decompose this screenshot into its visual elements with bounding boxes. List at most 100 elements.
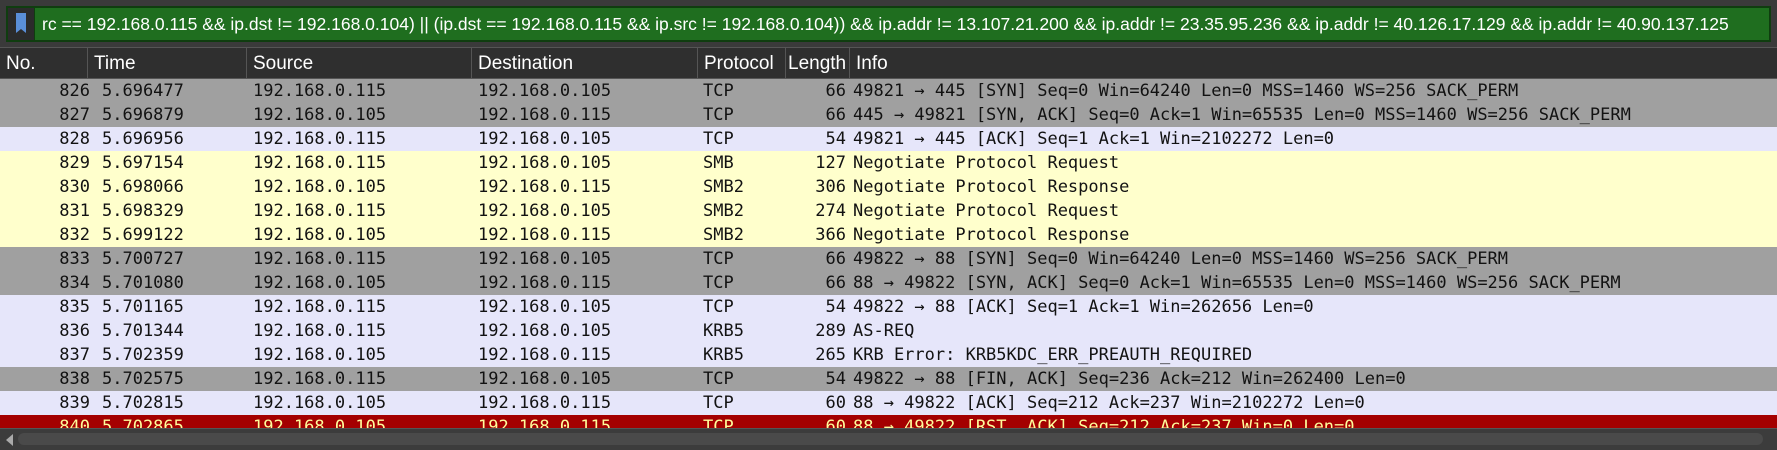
cell-time: 5.698066 xyxy=(102,177,184,197)
cell-time: 5.701165 xyxy=(102,297,184,317)
cell-length: 60 xyxy=(825,393,846,413)
cell-length: 54 xyxy=(825,129,846,149)
column-header-source[interactable]: Source xyxy=(247,48,472,79)
column-header-no[interactable]: No. xyxy=(0,48,88,79)
table-row[interactable]: 838 5.702575 192.168.0.115 192.168.0.105 TCP… xyxy=(0,367,1777,391)
table-row[interactable]: 826 5.696477 192.168.0.115 192.168.0.105 TCP… xyxy=(0,79,1777,103)
cell-protocol: TCP xyxy=(703,81,734,101)
cell-length: 265 xyxy=(815,345,846,365)
cell-length: 60 xyxy=(825,417,846,428)
cell-protocol: SMB xyxy=(703,153,734,173)
cell-info: KRB Error: KRB5KDC_ERR_PREAUTH_REQUIRED xyxy=(853,345,1253,365)
cell-protocol: TCP xyxy=(703,273,734,293)
column-header-info[interactable]: Info xyxy=(850,48,1777,79)
column-header-length[interactable]: Length xyxy=(786,48,850,79)
cell-source: 192.168.0.105 xyxy=(253,177,387,197)
cell-no: 836 xyxy=(59,321,90,341)
cell-info: 88 → 49822 [SYN, ACK] Seq=0 Ack=1 Win=65… xyxy=(853,273,1621,293)
cell-time: 5.696956 xyxy=(102,129,184,149)
cell-time: 5.697154 xyxy=(102,153,184,173)
cell-time: 5.702575 xyxy=(102,369,184,389)
cell-source: 192.168.0.115 xyxy=(253,369,387,389)
table-row[interactable]: 830 5.698066 192.168.0.105 192.168.0.115 SMB… xyxy=(0,175,1777,199)
cell-info: 49822 → 88 [FIN, ACK] Seq=236 Ack=212 Wi… xyxy=(853,369,1406,389)
cell-source: 192.168.0.115 xyxy=(253,201,387,221)
table-row[interactable]: 829 5.697154 192.168.0.115 192.168.0.105 SMB… xyxy=(0,151,1777,175)
cell-protocol: KRB5 xyxy=(703,345,744,365)
cell-source: 192.168.0.115 xyxy=(253,129,387,149)
cell-time: 5.699122 xyxy=(102,225,184,245)
cell-time: 5.702815 xyxy=(102,393,184,413)
cell-source: 192.168.0.105 xyxy=(253,417,387,428)
cell-no: 840 xyxy=(59,417,90,428)
cell-no: 833 xyxy=(59,249,90,269)
cell-info: 88 → 49822 [RST, ACK] Seq=212 Ack=237 Wi… xyxy=(853,417,1355,428)
cell-destination: 192.168.0.105 xyxy=(478,129,612,149)
bookmark-icon xyxy=(16,13,26,33)
cell-protocol: TCP xyxy=(703,393,734,413)
cell-source: 192.168.0.115 xyxy=(253,153,387,173)
table-row[interactable]: 840 5.702865 192.168.0.105 192.168.0.115 TCP… xyxy=(0,415,1777,428)
cell-info: AS-REQ xyxy=(853,321,915,341)
cell-info: 49822 → 88 [SYN] Seq=0 Win=64240 Len=0 M… xyxy=(853,249,1509,269)
cell-no: 839 xyxy=(59,393,90,413)
cell-length: 66 xyxy=(825,273,846,293)
cell-source: 192.168.0.115 xyxy=(253,297,387,317)
table-row[interactable]: 832 5.699122 192.168.0.105 192.168.0.115 SMB… xyxy=(0,223,1777,247)
cell-info: Negotiate Protocol Response xyxy=(853,177,1130,197)
cell-destination: 192.168.0.115 xyxy=(478,177,612,197)
cell-info: Negotiate Protocol Request xyxy=(853,153,1120,173)
table-row[interactable]: 827 5.696879 192.168.0.105 192.168.0.115 TCP… xyxy=(0,103,1777,127)
cell-protocol: TCP xyxy=(703,297,734,317)
cell-no: 832 xyxy=(59,225,90,245)
cell-info: 88 → 49822 [ACK] Seq=212 Ack=237 Win=210… xyxy=(853,393,1365,413)
cell-protocol: TCP xyxy=(703,249,734,269)
cell-destination: 192.168.0.115 xyxy=(478,393,612,413)
cell-source: 192.168.0.115 xyxy=(253,321,387,341)
table-row[interactable]: 833 5.700727 192.168.0.115 192.168.0.105 TCP… xyxy=(0,247,1777,271)
cell-no: 837 xyxy=(59,345,90,365)
cell-length: 289 xyxy=(815,321,846,341)
table-row[interactable]: 836 5.701344 192.168.0.115 192.168.0.105 KRB… xyxy=(0,319,1777,343)
filter-bookmark-button[interactable] xyxy=(8,8,35,40)
horizontal-scrollbar[interactable] xyxy=(0,428,1777,450)
table-row[interactable]: 839 5.702815 192.168.0.105 192.168.0.115 TCP… xyxy=(0,391,1777,415)
column-header-protocol[interactable]: Protocol xyxy=(698,48,786,79)
column-header-time[interactable]: Time xyxy=(88,48,247,79)
cell-time: 5.701344 xyxy=(102,321,184,341)
column-header-destination[interactable]: Destination xyxy=(472,48,698,79)
cell-length: 66 xyxy=(825,81,846,101)
cell-source: 192.168.0.115 xyxy=(253,249,387,269)
display-filter-text[interactable]: rc == 192.168.0.115 && ip.dst != 192.168… xyxy=(42,8,1769,40)
cell-protocol: SMB2 xyxy=(703,201,744,221)
cell-length: 306 xyxy=(815,177,846,197)
cell-source: 192.168.0.105 xyxy=(253,105,387,125)
cell-no: 826 xyxy=(59,81,90,101)
table-row[interactable]: 828 5.696956 192.168.0.115 192.168.0.105 TCP… xyxy=(0,127,1777,151)
display-filter-input[interactable]: rc == 192.168.0.115 && ip.dst != 192.168… xyxy=(6,6,1771,42)
cell-length: 66 xyxy=(825,105,846,125)
cell-destination: 192.168.0.105 xyxy=(478,297,612,317)
table-row[interactable]: 831 5.698329 192.168.0.115 192.168.0.105 SMB… xyxy=(0,199,1777,223)
cell-destination: 192.168.0.115 xyxy=(478,225,612,245)
table-row[interactable]: 837 5.702359 192.168.0.105 192.168.0.115 KRB… xyxy=(0,343,1777,367)
cell-length: 66 xyxy=(825,249,846,269)
table-row[interactable]: 835 5.701165 192.168.0.115 192.168.0.105 TCP… xyxy=(0,295,1777,319)
cell-source: 192.168.0.105 xyxy=(253,225,387,245)
cell-length: 274 xyxy=(815,201,846,221)
cell-protocol: TCP xyxy=(703,105,734,125)
cell-source: 192.168.0.105 xyxy=(253,393,387,413)
cell-info: Negotiate Protocol Response xyxy=(853,225,1130,245)
cell-info: 445 → 49821 [SYN, ACK] Seq=0 Ack=1 Win=6… xyxy=(853,105,1631,125)
cell-destination: 192.168.0.105 xyxy=(478,249,612,269)
cell-time: 5.702359 xyxy=(102,345,184,365)
cell-destination: 192.168.0.115 xyxy=(478,105,612,125)
cell-no: 829 xyxy=(59,153,90,173)
cell-protocol: TCP xyxy=(703,369,734,389)
cell-destination: 192.168.0.105 xyxy=(478,201,612,221)
table-row[interactable]: 834 5.701080 192.168.0.105 192.168.0.115 TCP… xyxy=(0,271,1777,295)
cell-no: 838 xyxy=(59,369,90,389)
cell-time: 5.701080 xyxy=(102,273,184,293)
scroll-left-arrow-icon[interactable] xyxy=(6,434,13,446)
scrollbar-thumb[interactable] xyxy=(18,433,1763,445)
